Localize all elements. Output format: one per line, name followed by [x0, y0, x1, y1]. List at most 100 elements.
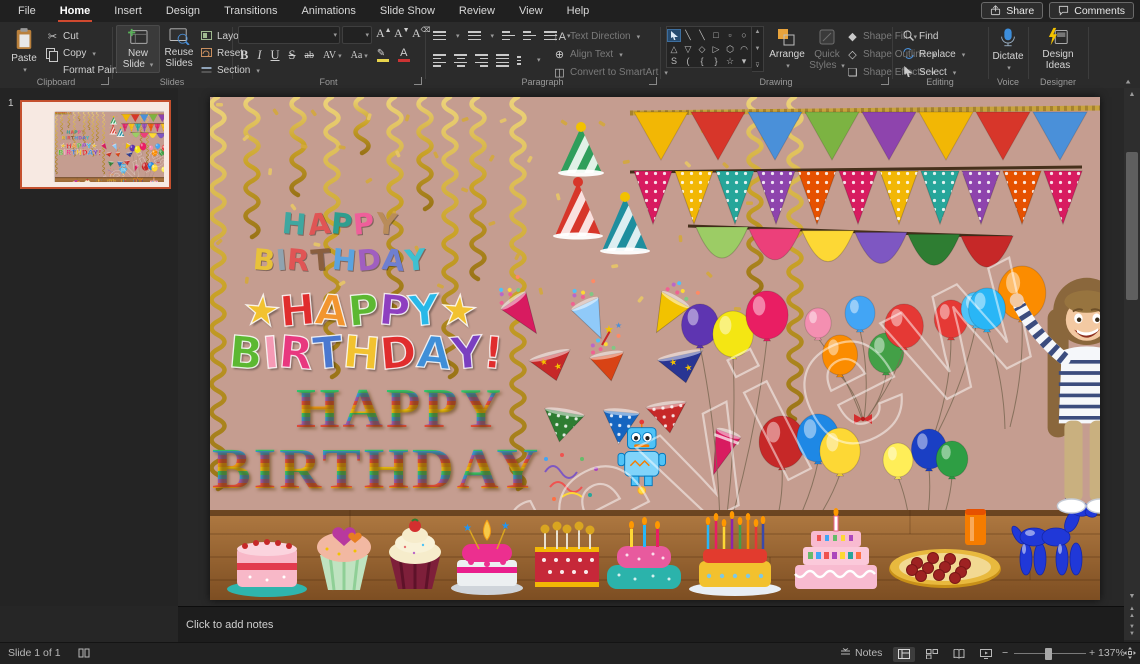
tab-slide-show[interactable]: Slide Show: [368, 0, 447, 22]
highlight-button[interactable]: ✎: [376, 47, 389, 62]
reading-view-button[interactable]: [948, 647, 970, 662]
slide-thumbnail[interactable]: HAPPY BIRTHDAY ★HAPPY★ BIRTHDAY! HAPPY B…: [20, 100, 171, 189]
group-drawing: ╲ ╲ □ ▫ ○ △ ▽ ◇ ▷ ⬡ ◠ S({} ☆ ▾ ▲ ▼ ⊽ Arrange ▾ Quick St…: [660, 22, 936, 88]
increase-font-button[interactable]: A▲: [376, 26, 392, 41]
letter: D: [377, 326, 419, 381]
design-ideas-button[interactable]: Design Ideas: [1037, 25, 1079, 72]
slide-canvas[interactable]: HAPPY BIRTHDAY ★HAPPY★ BIRTHDAY! HAPPY B…: [210, 97, 1100, 600]
colorful-happy-text[interactable]: ★HAPPY★: [210, 284, 510, 337]
decrease-font-button[interactable]: A▼: [394, 26, 410, 41]
arrange-button[interactable]: Arrange ▾: [766, 25, 808, 73]
justify-button[interactable]: [496, 52, 509, 69]
align-left-button[interactable]: [433, 52, 446, 69]
confetti-piece: [135, 122, 137, 124]
previous-slide-button[interactable]: ▲ ▲: [1124, 606, 1140, 620]
new-slide-button[interactable]: New Slide ▾: [116, 25, 160, 73]
tab-transitions[interactable]: Transitions: [212, 0, 289, 22]
metallic-birthday-text[interactable]: BIRTHDAY: [55, 112, 72, 115]
align-text-button[interactable]: ⊕ Align Text ▾: [553, 47, 668, 62]
collapse-ribbon-button[interactable]: ▲: [1124, 78, 1132, 85]
strikethrough-button[interactable]: S: [289, 48, 296, 63]
shapes-gallery[interactable]: ╲ ╲ □ ▫ ○ △ ▽ ◇ ▷ ⬡ ◠ S({} ☆ ▾: [666, 26, 752, 68]
tab-review[interactable]: Review: [447, 0, 507, 22]
metallic-happy-text[interactable]: HAPPY: [296, 377, 504, 441]
metallic-birthday-text[interactable]: BIRTHDAY: [212, 435, 541, 502]
shapes-scroll[interactable]: ▲ ▼ ⊽: [752, 26, 764, 72]
columns-button[interactable]: [517, 54, 527, 67]
letter: R: [277, 326, 317, 381]
tab-insert[interactable]: Insert: [102, 0, 154, 22]
patchwork-birthday-text[interactable]: BIRTHDAY: [238, 242, 442, 278]
char-strike-button[interactable]: ab: [305, 50, 314, 61]
pennant-flag: [130, 114, 140, 123]
scallop-flag: [748, 228, 802, 261]
design-ideas-icon: [1048, 27, 1068, 46]
next-slide-button[interactable]: ▼ ▼: [1124, 624, 1140, 638]
tab-animations[interactable]: Animations: [289, 0, 367, 22]
comments-button[interactable]: Comments: [1049, 2, 1134, 19]
bullets-button[interactable]: [433, 29, 446, 42]
confetti-piece: [405, 114, 410, 122]
zoom-slider-thumb[interactable]: [1045, 648, 1052, 660]
scrollbar-thumb[interactable]: [1126, 152, 1138, 300]
share-button[interactable]: Share: [981, 2, 1044, 19]
paste-button[interactable]: Paste ▾: [3, 25, 45, 77]
numbering-button[interactable]: [467, 29, 481, 42]
scroll-down-arrow[interactable]: ▼: [1124, 590, 1140, 603]
slideshow-view-button[interactable]: [975, 647, 997, 662]
group-designer: Design Ideas Designer: [1028, 22, 1088, 88]
slide-sorter-view-button[interactable]: [921, 647, 943, 662]
slide-canvas[interactable]: HAPPY BIRTHDAY ★HAPPY★ BIRTHDAY! HAPPY B…: [55, 112, 164, 182]
dictate-button[interactable]: Dictate ▾: [987, 25, 1029, 75]
fit-to-window-button[interactable]: [1124, 647, 1136, 662]
patchwork-birthday-text[interactable]: BIRTHDAY: [59, 135, 91, 141]
highlighter-icon: ✎: [376, 47, 386, 59]
tab-file[interactable]: File: [6, 0, 48, 22]
reuse-slides-button[interactable]: Reuse Slides: [158, 25, 200, 70]
tab-design[interactable]: Design: [154, 0, 212, 22]
zoom-level[interactable]: 137%: [1098, 647, 1125, 659]
drawing-dialog-launcher[interactable]: [881, 77, 889, 85]
confetti-piece: [637, 296, 644, 303]
paragraph-dialog-launcher[interactable]: [649, 77, 657, 85]
font-color-button[interactable]: A: [397, 48, 410, 62]
share-icon: [991, 5, 1001, 16]
select-shape-cell[interactable]: [667, 28, 681, 42]
replace-button[interactable]: Replace ▾: [902, 47, 965, 62]
scroll-up-arrow[interactable]: ▲: [1124, 88, 1140, 101]
accessibility-icon[interactable]: [78, 647, 90, 662]
find-button[interactable]: Find: [902, 29, 965, 44]
patchwork-happy-text[interactable]: HAPPY: [238, 206, 442, 242]
font-size-select[interactable]: ▾: [342, 26, 372, 44]
align-center-button[interactable]: [454, 52, 467, 69]
text-direction-button[interactable]: ↕A Text Direction ▾: [553, 29, 668, 44]
font-dialog-launcher[interactable]: [414, 77, 422, 85]
char-spacing-button[interactable]: AV ▾: [323, 50, 342, 61]
quick-styles-button[interactable]: Quick Styles ▾: [806, 25, 848, 73]
colorful-birthday-text[interactable]: BIRTHDAY!: [210, 326, 522, 381]
zoom-out-button[interactable]: −: [1002, 647, 1008, 659]
decrease-indent-button[interactable]: [502, 29, 516, 42]
clipboard-dialog-launcher[interactable]: [101, 77, 109, 85]
pennant-flag: [157, 114, 164, 123]
vertical-scrollbar[interactable]: ▲ ▼ ▲ ▲ ▼ ▼: [1124, 88, 1140, 640]
party-cone: ★★: [528, 349, 571, 382]
colorful-birthday-text[interactable]: BIRTHDAY!: [55, 148, 104, 157]
pepperoni-pizza: [889, 549, 1001, 588]
notes-pane[interactable]: Click to add notes: [178, 606, 1124, 643]
pennant-flag: [633, 111, 689, 162]
tab-view[interactable]: View: [507, 0, 555, 22]
normal-view-button[interactable]: [893, 647, 915, 662]
italic-button[interactable]: I: [257, 48, 261, 63]
notes-toggle[interactable]: Notes: [840, 647, 882, 659]
font-name-select[interactable]: ▾: [238, 26, 340, 44]
tab-help[interactable]: Help: [555, 0, 602, 22]
increase-indent-button[interactable]: [523, 29, 537, 42]
slide-thumbnail-panel: 1 HAPPY BIRTHDAY ★HAPPY★ BIRTHDAY! HAPPY…: [0, 88, 178, 606]
change-case-button[interactable]: Aa ▾: [351, 50, 368, 61]
bold-button[interactable]: B: [240, 48, 248, 63]
tab-home[interactable]: Home: [48, 0, 103, 22]
underline-button[interactable]: U: [271, 48, 280, 63]
zoom-in-button[interactable]: +: [1089, 647, 1095, 659]
align-right-button[interactable]: [475, 52, 488, 69]
